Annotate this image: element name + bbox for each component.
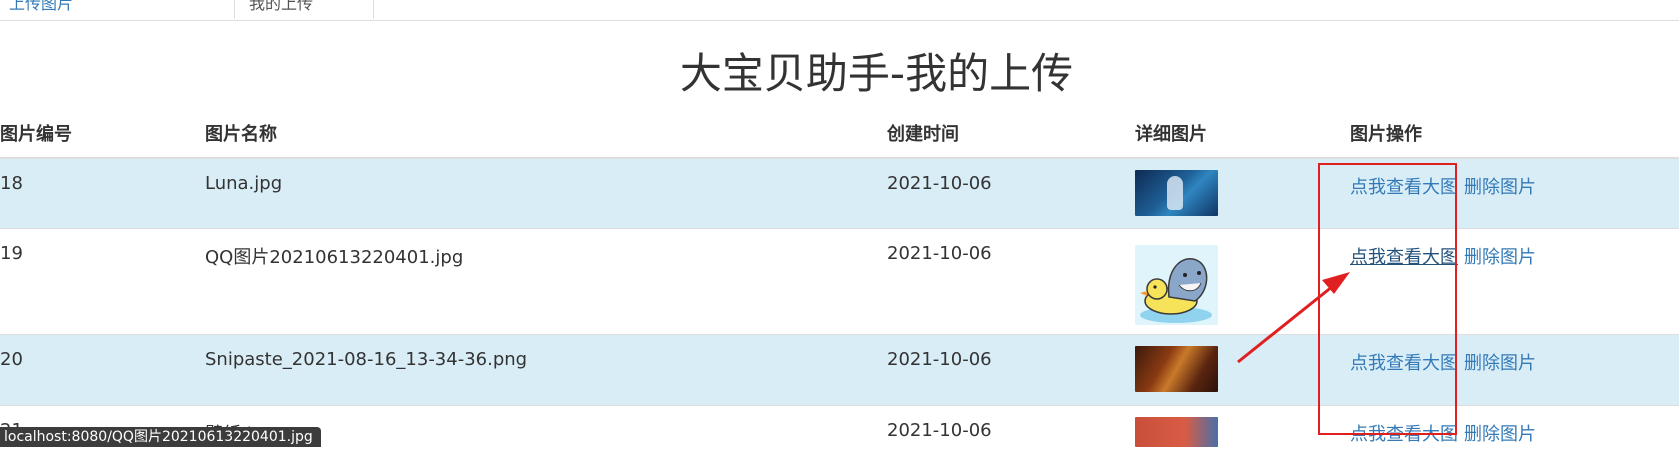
status-bar-url: localhost:8080/QQ图片20210613220401.jpg	[0, 427, 321, 447]
annotation-arrow-icon	[0, 0, 1679, 444]
